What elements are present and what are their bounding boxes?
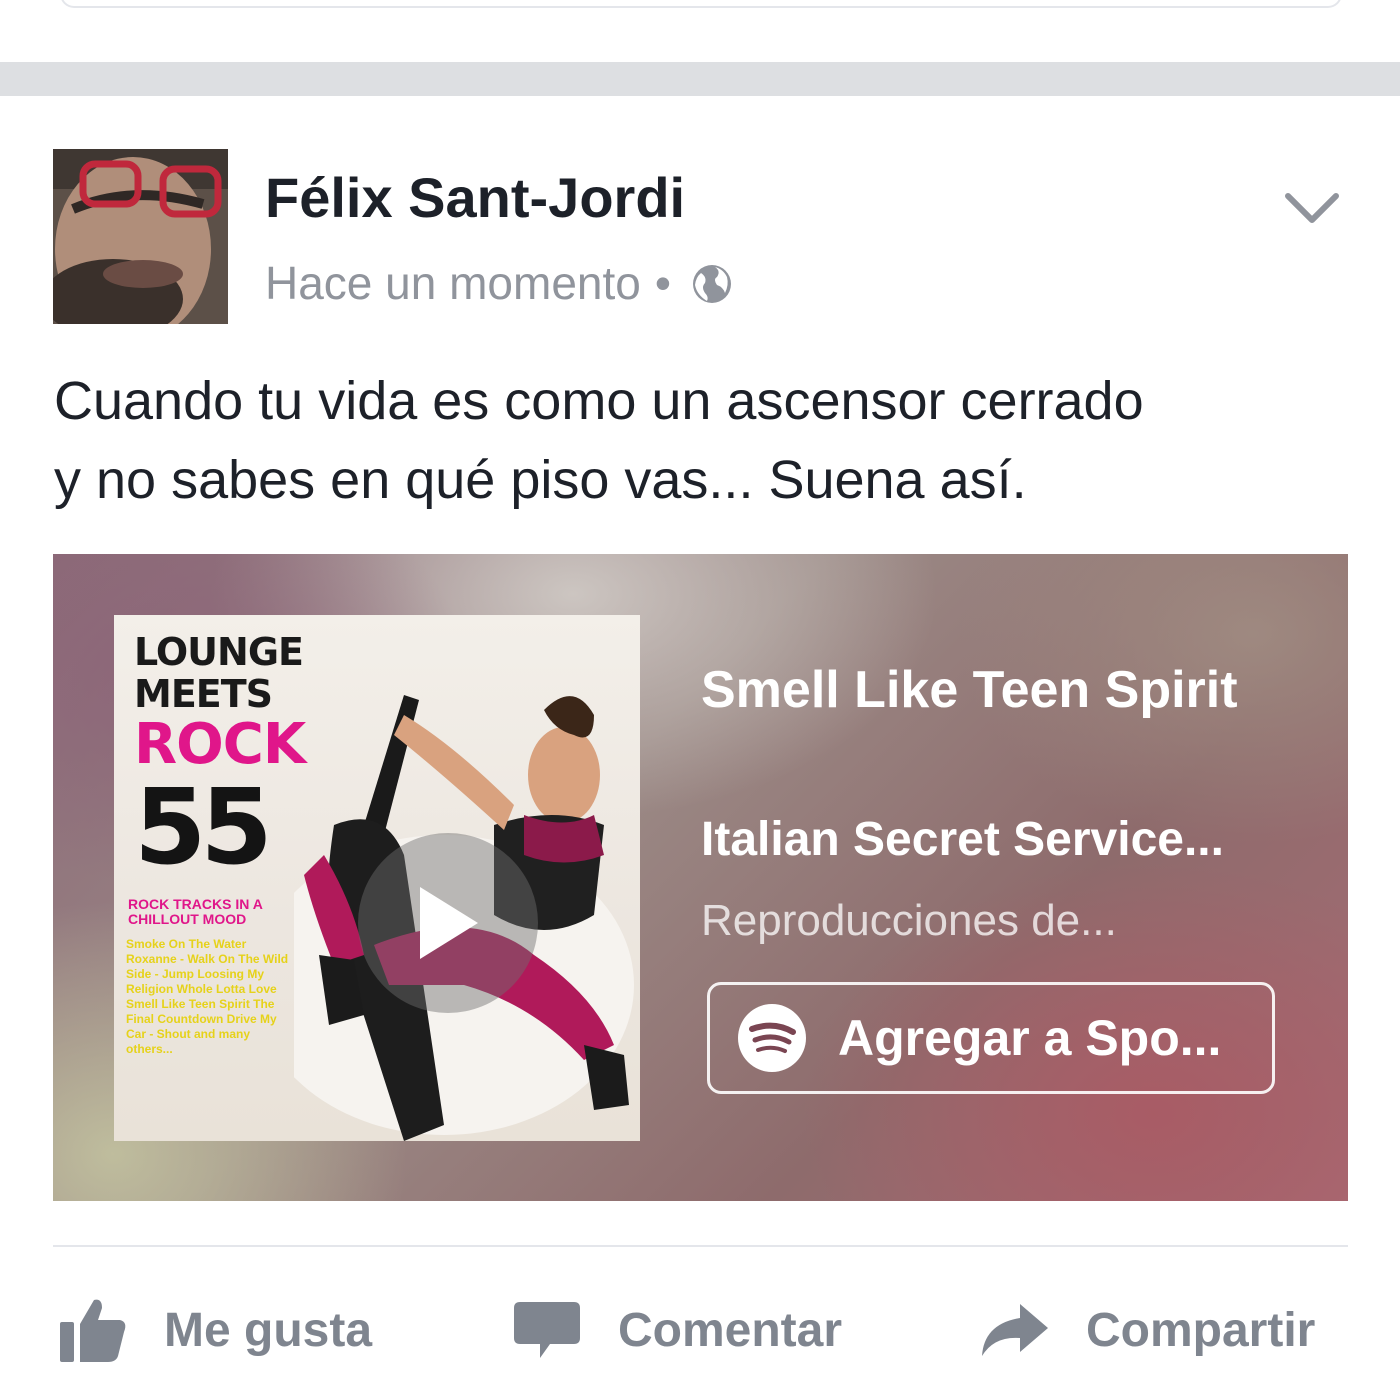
music-attachment-card[interactable]: LOUNGE MEETS ROCK 55 ROCK TRACKS IN A CH… <box>53 554 1348 1201</box>
cover-title-line: ROCK <box>134 712 306 777</box>
post-text-line: Cuando tu vida es como un ascensor cerra… <box>54 371 1144 431</box>
post-timestamp[interactable]: Hace un momento <box>265 256 641 310</box>
post-text-line: y no sabes en qué piso vas... Suena así. <box>54 450 1027 510</box>
song-title[interactable]: Smell Like Teen Spirit <box>701 654 1301 726</box>
play-icon <box>420 887 478 959</box>
song-play-count: Reproducciones de... <box>701 896 1117 945</box>
cover-title-number: 55 <box>134 766 273 888</box>
actions-divider <box>53 1245 1348 1247</box>
cover-subtitle: ROCK TRACKS IN A CHILLOUT MOOD <box>128 896 263 927</box>
meta-separator: • <box>654 257 671 309</box>
chevron-down-icon[interactable] <box>1284 190 1340 226</box>
feed-separator <box>0 62 1400 96</box>
previous-post-card <box>60 0 1342 8</box>
cover-title-line: MEETS <box>134 672 273 716</box>
share-button[interactable]: Compartir <box>978 1290 1315 1370</box>
like-label: Me gusta <box>164 1303 373 1357</box>
cover-title-line: LOUNGE <box>134 630 304 674</box>
comment-button[interactable]: Comentar <box>512 1290 842 1370</box>
cover-track-list: Smoke On The Water Roxanne - Walk On The… <box>126 937 289 1056</box>
globe-icon <box>691 262 733 304</box>
add-to-spotify-label: Agregar a Spo... <box>838 1010 1222 1066</box>
author-name[interactable]: Félix Sant-Jordi <box>265 165 685 230</box>
song-artist: Italian Secret Service... <box>701 813 1224 866</box>
post-text: Cuando tu vida es como un ascensor cerra… <box>54 362 1354 520</box>
comment-label: Comentar <box>618 1303 843 1357</box>
share-arrow-icon <box>982 1304 1048 1356</box>
comment-icon <box>514 1302 580 1358</box>
post-meta: Hace un momento • <box>265 256 733 310</box>
thumbs-up-icon <box>60 1299 126 1362</box>
share-label: Compartir <box>1086 1303 1316 1357</box>
add-to-spotify-button[interactable]: Agregar a Spo... <box>707 982 1275 1094</box>
like-button[interactable]: Me gusta <box>58 1290 372 1370</box>
spotify-icon <box>738 1004 806 1072</box>
avatar[interactable] <box>53 149 228 324</box>
play-button[interactable] <box>358 833 538 1013</box>
album-cover[interactable]: LOUNGE MEETS ROCK 55 ROCK TRACKS IN A CH… <box>114 615 640 1141</box>
